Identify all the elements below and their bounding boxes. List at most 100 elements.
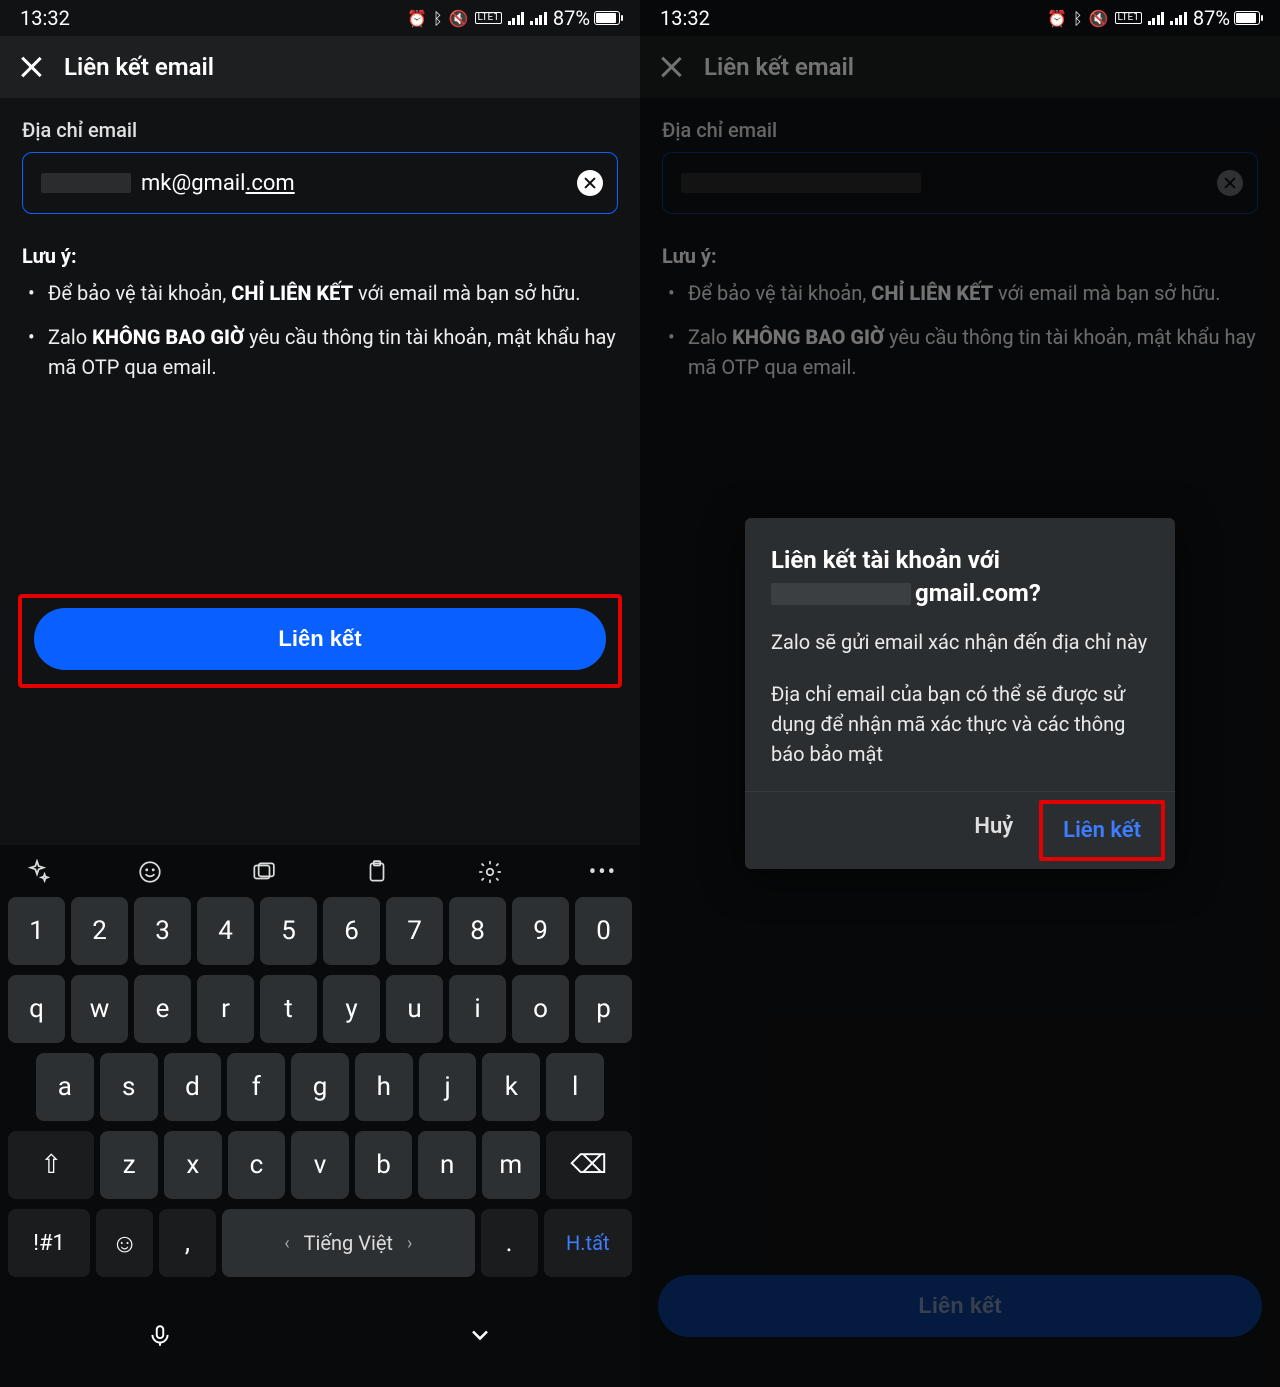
chevron-right-icon: › [407, 1233, 412, 1254]
clear-input-button[interactable] [577, 170, 603, 196]
emoji-icon[interactable] [135, 857, 165, 887]
kb-row-1: q w e r t y u i o p [6, 975, 634, 1043]
primary-button-zone: Liên kết [0, 576, 640, 706]
key-6[interactable]: 6 [323, 897, 380, 965]
key-g[interactable]: g [291, 1053, 349, 1121]
key-h[interactable]: h [355, 1053, 413, 1121]
key-1[interactable]: 1 [8, 897, 65, 965]
gear-icon[interactable] [475, 857, 505, 887]
status-icons: ⏰ ᛒ 🔇 LTE1 87% [407, 6, 620, 30]
email-visible-part: mk@gmail.com [141, 171, 295, 196]
key-n[interactable]: n [418, 1131, 476, 1199]
key-4[interactable]: 4 [197, 897, 254, 965]
volte-icon: LTE1 [475, 12, 502, 24]
key-w[interactable]: w [71, 975, 128, 1043]
close-icon[interactable] [20, 56, 42, 78]
key-done[interactable]: H.tất [544, 1209, 632, 1277]
key-p[interactable]: p [575, 975, 632, 1043]
key-3[interactable]: 3 [134, 897, 191, 965]
redacted-email [771, 583, 911, 605]
keyboard-nav-row [0, 1291, 640, 1387]
key-space[interactable]: ‹ Tiếng Việt › [222, 1209, 475, 1277]
key-y[interactable]: y [323, 975, 380, 1043]
chevron-left-icon: ‹ [284, 1233, 289, 1254]
key-e[interactable]: e [134, 975, 191, 1043]
key-c[interactable]: c [228, 1131, 286, 1199]
dialog-ok-button[interactable]: Liên kết [1043, 804, 1161, 857]
confirm-dialog: Liên kết tài khoản với gmail.com? Zalo s… [745, 518, 1175, 869]
alarm-icon: ⏰ [407, 9, 427, 28]
key-s[interactable]: s [100, 1053, 158, 1121]
email-label: Địa chỉ email [22, 118, 618, 142]
key-symbols[interactable]: !#1 [8, 1209, 90, 1277]
key-2[interactable]: 2 [71, 897, 128, 965]
key-f[interactable]: f [227, 1053, 285, 1121]
key-comma[interactable]: , [159, 1209, 216, 1277]
key-o[interactable]: o [512, 975, 569, 1043]
more-icon[interactable]: ••• [588, 857, 618, 887]
key-t[interactable]: t [260, 975, 317, 1043]
key-a[interactable]: a [36, 1053, 94, 1121]
key-j[interactable]: j [419, 1053, 477, 1121]
signal-icon [508, 11, 525, 25]
key-8[interactable]: 8 [449, 897, 506, 965]
dialog-cancel-button[interactable]: Huỷ [948, 792, 1039, 869]
key-b[interactable]: b [355, 1131, 413, 1199]
sparkle-icon[interactable] [22, 857, 52, 887]
key-v[interactable]: v [291, 1131, 349, 1199]
kb-row-3: ⇧ z x c v b n m ⌫ [6, 1131, 634, 1199]
key-7[interactable]: 7 [386, 897, 443, 965]
dialog-para-2: Địa chỉ email của bạn có thể sẽ được sử … [771, 679, 1149, 769]
link-button[interactable]: Liên kết [34, 608, 606, 670]
clipboard-icon[interactable] [362, 857, 392, 887]
page-title: Liên kết email [64, 53, 214, 81]
key-r[interactable]: r [197, 975, 254, 1043]
kb-row-2: a s d f g h j k l [6, 1053, 634, 1121]
kb-row-bottom: !#1 ☺ , ‹ Tiếng Việt › . H.tất [6, 1209, 634, 1277]
screenshot-left: 13:32 ⏰ ᛒ 🔇 LTE1 87% Liên kết email Địa … [0, 0, 640, 1387]
collapse-keyboard-icon[interactable] [466, 1321, 494, 1357]
clock: 13:32 [20, 6, 70, 30]
content-area: Địa chỉ email mk@gmail.com Lưu ý: Để bảo… [0, 98, 640, 382]
keyboard[interactable]: ••• 1 2 3 4 5 6 7 8 9 0 q w e r t y [0, 845, 640, 1387]
gif-icon[interactable] [248, 857, 278, 887]
key-emoji[interactable]: ☺ [96, 1209, 153, 1277]
key-i[interactable]: i [449, 975, 506, 1043]
notes-heading: Lưu ý: [22, 244, 618, 268]
kb-row-numbers: 1 2 3 4 5 6 7 8 9 0 [6, 897, 634, 965]
email-input[interactable]: mk@gmail.com [22, 152, 618, 214]
tutorial-highlight: Liên kết [1039, 800, 1165, 861]
key-u[interactable]: u [386, 975, 443, 1043]
key-x[interactable]: x [164, 1131, 222, 1199]
battery-pct: 87% [553, 6, 590, 30]
note-item-2: Zalo KHÔNG BAO GIỜ yêu cầu thông tin tài… [48, 322, 618, 382]
key-z[interactable]: z [100, 1131, 158, 1199]
dialog-title: Liên kết tài khoản với gmail.com? [771, 544, 1149, 609]
key-5[interactable]: 5 [260, 897, 317, 965]
note-item-1: Để bảo vệ tài khoản, CHỈ LIÊN KẾT với em… [48, 278, 618, 308]
space-label: Tiếng Việt [304, 1231, 393, 1255]
key-m[interactable]: m [482, 1131, 540, 1199]
screenshot-right: 13:32 ⏰ ᛒ 🔇 LTE1 87% Liên kết email Địa … [640, 0, 1280, 1387]
battery-indicator: 87% [553, 6, 620, 30]
key-k[interactable]: k [482, 1053, 540, 1121]
key-0[interactable]: 0 [575, 897, 632, 965]
battery-icon [594, 11, 620, 25]
dialog-overlay: Liên kết tài khoản với gmail.com? Zalo s… [640, 0, 1280, 1387]
redacted-text [41, 173, 131, 193]
dialog-para-1: Zalo sẽ gửi email xác nhận đến địa chỉ n… [771, 627, 1149, 657]
key-period[interactable]: . [481, 1209, 538, 1277]
dialog-actions: Huỷ Liên kết [745, 791, 1175, 869]
keyboard-toolbar: ••• [6, 853, 634, 897]
key-shift[interactable]: ⇧ [8, 1131, 94, 1199]
mic-icon[interactable] [147, 1323, 173, 1356]
key-q[interactable]: q [8, 975, 65, 1043]
key-9[interactable]: 9 [512, 897, 569, 965]
mute-icon: 🔇 [449, 9, 469, 28]
key-backspace[interactable]: ⌫ [546, 1131, 632, 1199]
notes-list: Để bảo vệ tài khoản, CHỈ LIÊN KẾT với em… [22, 278, 618, 382]
key-l[interactable]: l [546, 1053, 604, 1121]
signal-icon-2 [530, 11, 547, 25]
key-d[interactable]: d [164, 1053, 222, 1121]
bluetooth-icon: ᛒ [433, 9, 443, 28]
